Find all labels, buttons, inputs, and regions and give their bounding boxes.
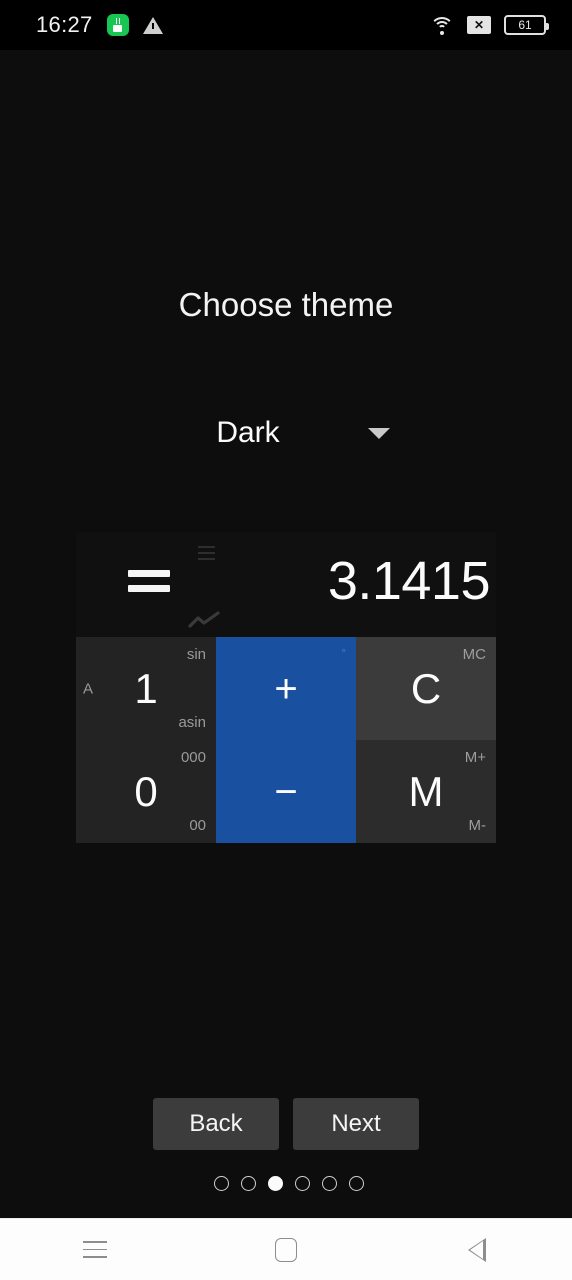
key-memory[interactable]: M+ M M-	[356, 740, 496, 843]
key-minus[interactable]: −	[216, 740, 356, 843]
preview-keypad: A sin 1 asin ° + MC C 000 0 00 − M+ M M-	[76, 637, 496, 843]
battery-level-label: 61	[518, 18, 532, 32]
key-plus-topright-label: °	[341, 646, 346, 660]
key-one-bottomright-label: asin	[178, 714, 206, 731]
key-zero-label: 0	[134, 767, 158, 815]
key-one-topright-label: sin	[186, 646, 206, 663]
wifi-icon	[429, 16, 454, 35]
hamburger-menu-icon	[198, 546, 215, 560]
status-bar-left: 16:27	[36, 12, 163, 38]
key-one-label: 1	[134, 664, 158, 712]
system-navigation-bar	[0, 1218, 572, 1280]
key-zero-topright-label: 000	[180, 749, 206, 766]
key-minus-label: −	[274, 769, 298, 814]
page-dot-2[interactable]	[241, 1176, 256, 1191]
page-dot-6[interactable]	[349, 1176, 364, 1191]
equals-indicator	[128, 570, 170, 598]
app-screen: 16:27 ✕ 61 Choose theme Dark 3.1415 A si…	[0, 0, 572, 1280]
key-one-left-label: A	[83, 680, 94, 697]
key-zero[interactable]: 000 0 00	[76, 740, 216, 843]
page-dot-1[interactable]	[214, 1176, 229, 1191]
key-clear-topright-label: MC	[462, 646, 486, 663]
warning-icon	[142, 16, 163, 34]
key-clear[interactable]: MC C	[356, 637, 496, 740]
key-one[interactable]: A sin 1 asin	[76, 637, 216, 740]
status-clock: 16:27	[36, 12, 93, 37]
theme-dropdown-value: Dark	[216, 416, 280, 449]
back-icon[interactable]	[459, 1232, 495, 1268]
key-memory-bottomright-label: M-	[468, 817, 487, 834]
preview-display: 3.1415	[76, 532, 496, 637]
page-dot-4[interactable]	[295, 1176, 310, 1191]
theme-dropdown[interactable]: Dark	[156, 410, 456, 456]
key-memory-topright-label: M+	[464, 749, 486, 766]
mute-icon: ✕	[467, 16, 491, 34]
status-bar-right: ✕ 61	[429, 15, 549, 35]
graph-line-icon	[187, 610, 223, 630]
theme-preview: 3.1415 A sin 1 asin ° + MC C 000 0 00 − …	[76, 532, 496, 843]
wizard-navigation: Back Next	[0, 1098, 572, 1150]
key-plus-label: +	[274, 666, 298, 711]
home-icon[interactable]	[268, 1232, 304, 1268]
key-zero-bottomright-label: 00	[189, 817, 206, 834]
key-clear-label: C	[410, 664, 442, 712]
battery-icon: 61	[504, 15, 549, 35]
key-plus[interactable]: ° +	[216, 637, 356, 740]
back-button[interactable]: Back	[153, 1098, 279, 1150]
app-notification-icon	[106, 14, 129, 36]
next-button[interactable]: Next	[293, 1098, 419, 1150]
page-indicator	[0, 1176, 572, 1191]
page-title: Choose theme	[178, 286, 394, 323]
status-bar: 16:27 ✕ 61	[0, 0, 572, 50]
chevron-down-icon	[368, 427, 390, 439]
page-dot-3[interactable]	[268, 1176, 283, 1191]
key-memory-label: M	[408, 767, 444, 815]
page-dot-5[interactable]	[322, 1176, 337, 1191]
display-result: 3.1415	[327, 551, 491, 611]
recents-icon[interactable]	[77, 1232, 113, 1268]
